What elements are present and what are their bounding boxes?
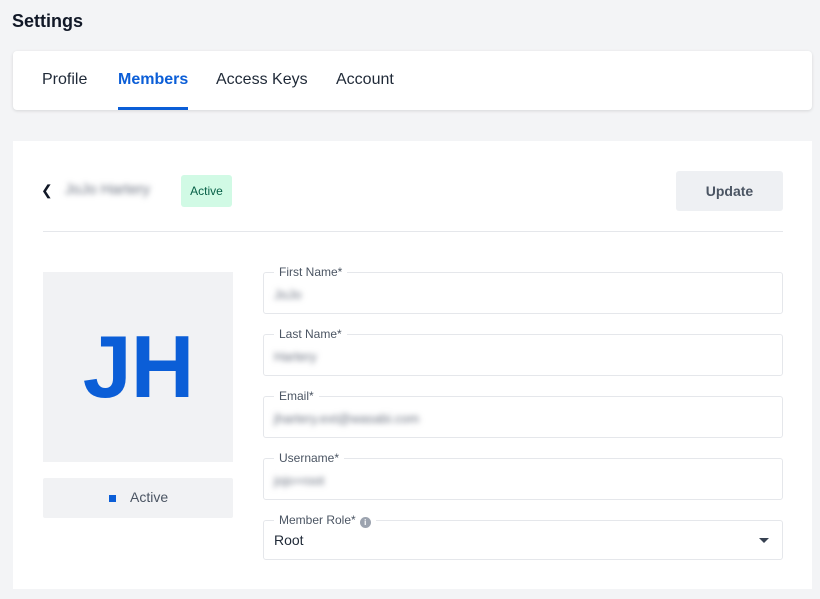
first-name-label: First Name* <box>274 265 348 279</box>
status-toggle[interactable]: Active <box>43 478 233 518</box>
last-name-label: Last Name* <box>274 327 347 341</box>
email-field[interactable]: Email* jhartery.ext@wasabi.com <box>263 389 783 438</box>
member-name: JoJo Hartery <box>65 181 151 198</box>
status-badge: Active <box>181 175 232 207</box>
first-name-field[interactable]: First Name* JoJo <box>263 265 783 314</box>
divider <box>43 231 783 232</box>
chevron-left-icon[interactable]: ❮ <box>41 182 53 199</box>
member-role-value: Root <box>274 532 304 548</box>
status-dot <box>109 495 116 502</box>
page-title: Settings <box>12 11 84 31</box>
member-detail-card: ❮ JoJo Hartery Active Update JH Active F… <box>13 141 812 589</box>
tab-account[interactable]: Account <box>336 51 394 110</box>
email-label: Email* <box>274 389 319 403</box>
avatar-initials: JH <box>82 317 195 416</box>
info-icon[interactable]: i <box>359 517 371 528</box>
chevron-down-icon[interactable] <box>759 538 769 543</box>
avatar: JH <box>43 272 233 462</box>
first-name-value: JoJo <box>274 287 302 302</box>
member-role-label-wrap: Member Role* i <box>274 513 376 528</box>
tab-access-keys[interactable]: Access Keys <box>216 51 308 110</box>
tab-bar: Profile Members Access Keys Account <box>13 51 812 110</box>
email-value: jhartery.ext@wasabi.com <box>274 411 420 426</box>
member-role-label: Member Role* <box>279 513 356 527</box>
tab-members[interactable]: Members <box>118 51 189 110</box>
username-label: Username* <box>274 451 345 465</box>
member-role-select[interactable]: Member Role* i Root <box>263 513 783 560</box>
last-name-field[interactable]: Last Name* Hartery <box>263 327 783 376</box>
update-button[interactable]: Update <box>676 171 783 211</box>
username-field[interactable]: Username* jojo+root <box>263 451 783 500</box>
status-label: Active <box>130 489 169 505</box>
last-name-value: Hartery <box>274 349 317 364</box>
username-value: jojo+root <box>274 473 325 488</box>
tab-profile[interactable]: Profile <box>42 51 87 110</box>
